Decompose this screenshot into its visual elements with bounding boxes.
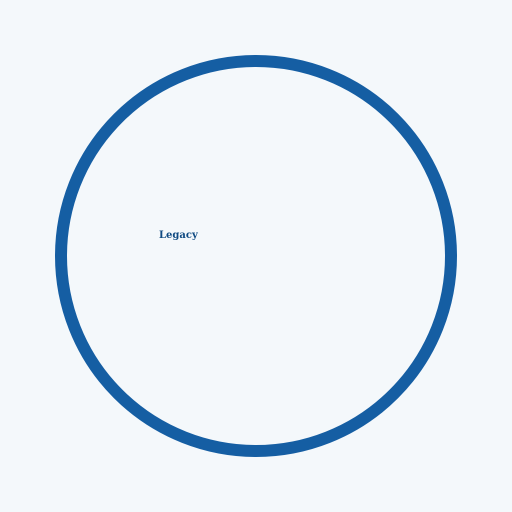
- legacy-label: Legacy: [159, 230, 198, 241]
- canvas: Legacy: [0, 0, 512, 512]
- ring-outline: [55, 55, 457, 457]
- circle-ring: [55, 55, 457, 457]
